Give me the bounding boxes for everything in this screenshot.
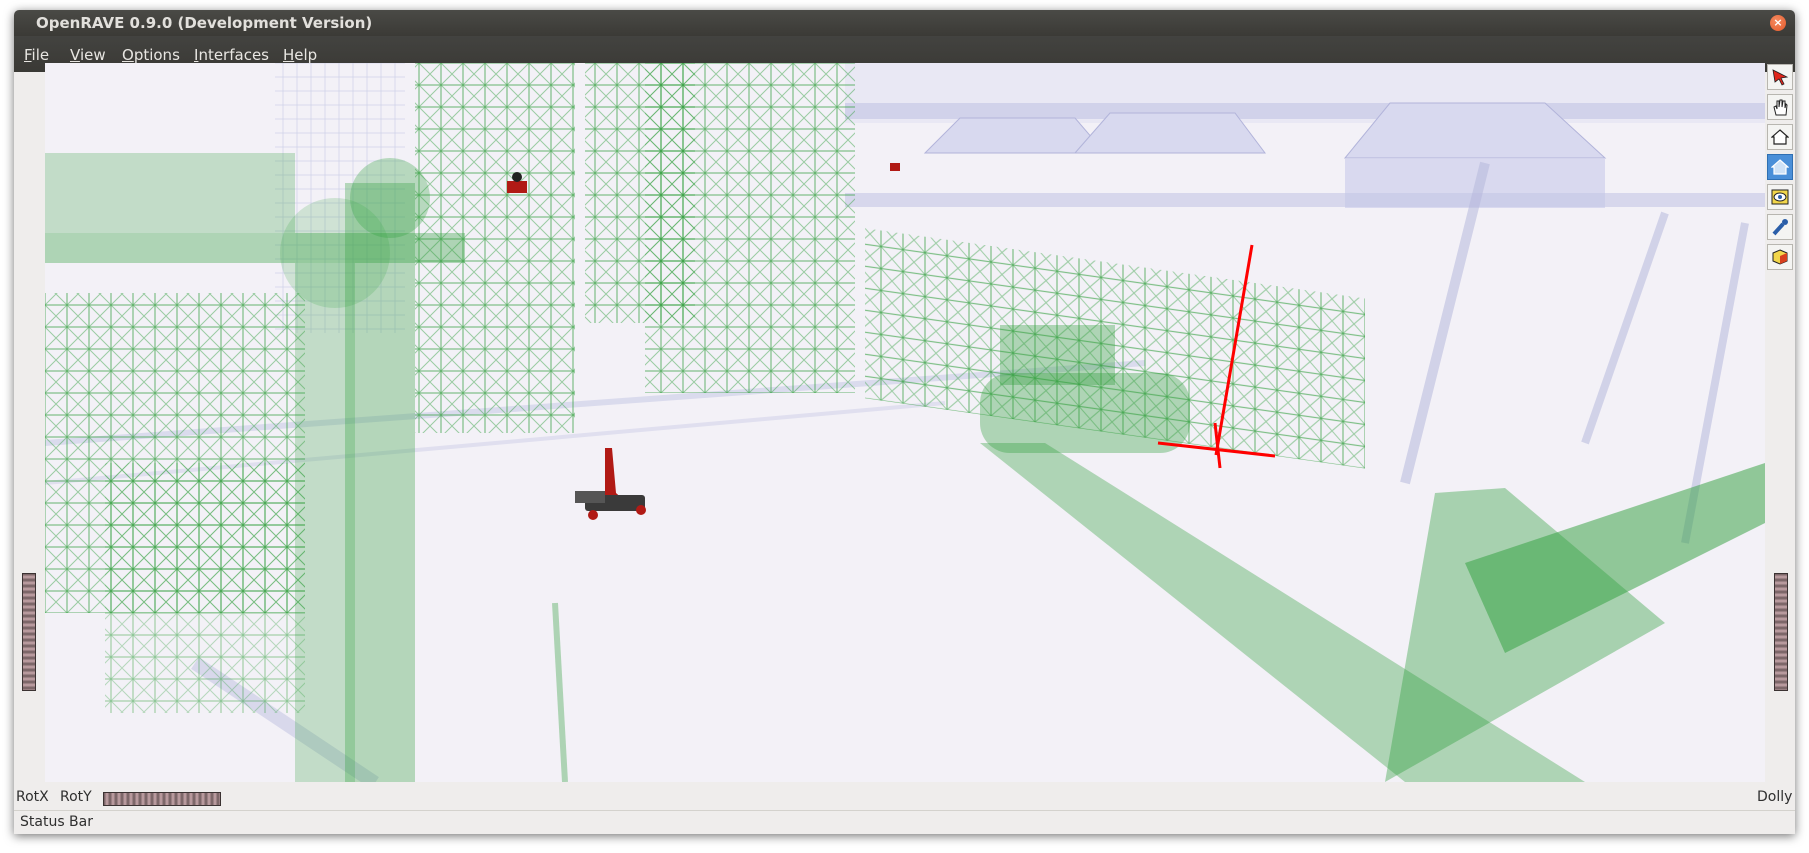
- select-tool-button[interactable]: [1767, 64, 1793, 90]
- projection-button[interactable]: [1767, 244, 1793, 270]
- menu-options[interactable]: Options: [122, 46, 180, 64]
- select-arrow-icon: [1772, 69, 1789, 86]
- main-window: OpenRAVE 0.9.0 (Development Version) × F…: [14, 10, 1795, 834]
- dolly-wheel[interactable]: [1774, 573, 1788, 691]
- close-button[interactable]: ×: [1770, 15, 1786, 31]
- 3d-viewport[interactable]: [45, 63, 1765, 782]
- distant-robot-2: [890, 163, 900, 171]
- set-home-button[interactable]: [1767, 154, 1793, 180]
- rotx-wheel[interactable]: [22, 573, 36, 691]
- menu-interfaces[interactable]: Interfaces: [194, 46, 269, 64]
- window-title: OpenRAVE 0.9.0 (Development Version): [36, 14, 373, 32]
- rotx-label: RotX: [16, 789, 49, 805]
- roty-wheel[interactable]: [103, 792, 221, 806]
- menu-help[interactable]: Help: [283, 46, 317, 64]
- view-all-eye-icon: [1771, 189, 1789, 205]
- menu-view[interactable]: View: [70, 46, 106, 64]
- dolly-label: Dolly: [1757, 789, 1793, 805]
- pan-tool-button[interactable]: [1767, 94, 1793, 120]
- roty-label: RotY: [60, 789, 92, 805]
- status-text: Status Bar: [20, 814, 94, 830]
- set-home-icon: [1771, 159, 1789, 175]
- viewer-toolbar: [1767, 64, 1795, 274]
- home-icon: [1771, 129, 1789, 145]
- view-all-button[interactable]: [1767, 184, 1793, 210]
- menu-file[interactable]: File: [24, 46, 49, 64]
- home-button[interactable]: [1767, 124, 1793, 150]
- pan-hand-icon: [1773, 99, 1788, 116]
- close-icon: ×: [1773, 16, 1783, 29]
- projection-cube-icon: [1772, 249, 1788, 265]
- status-bar: Status Bar: [14, 810, 1795, 834]
- title-bar: OpenRAVE 0.9.0 (Development Version) ×: [14, 10, 1795, 36]
- scene-canvas: [45, 63, 1765, 782]
- seek-flashlight-icon: [1772, 219, 1788, 236]
- seek-button[interactable]: [1767, 214, 1793, 240]
